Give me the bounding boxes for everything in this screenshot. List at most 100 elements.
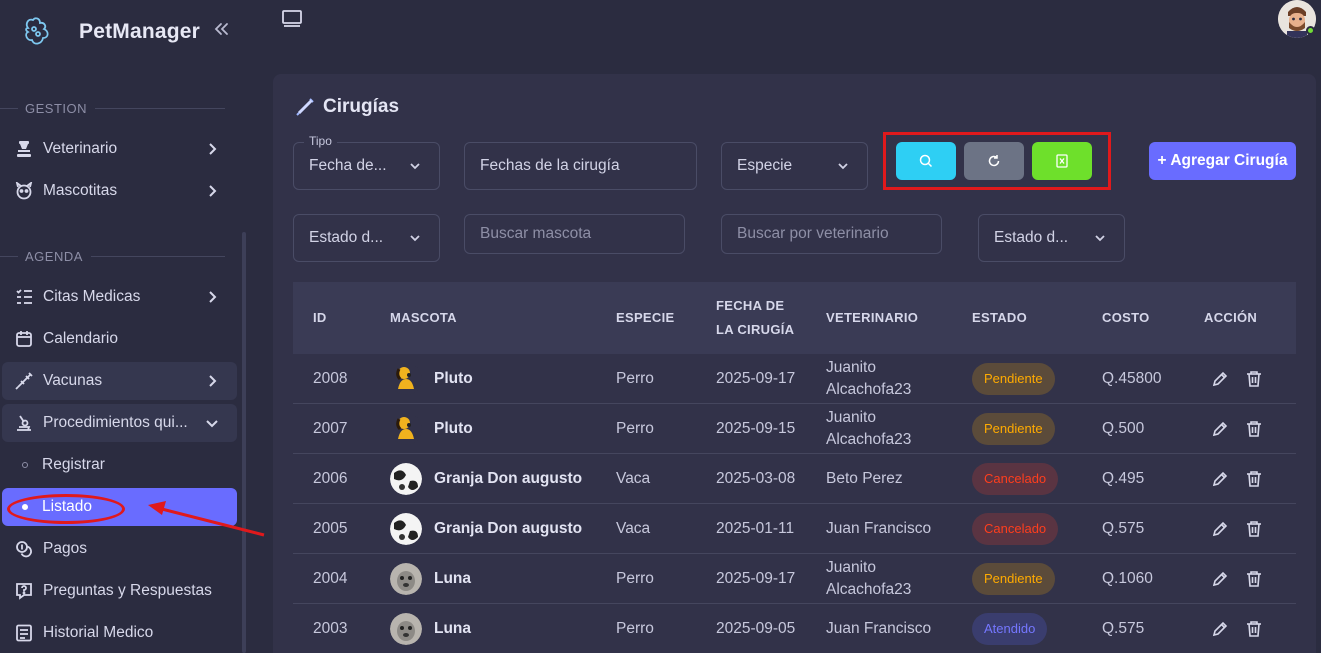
cell-fecha: 2025-01-11 (716, 520, 795, 537)
sidebar-subitem-registrar[interactable]: Registrar (2, 446, 237, 484)
cell-mascota: Granja Don augusto (390, 504, 582, 554)
th-fecha[interactable]: FECHA DE LA CIRUGÍA (716, 282, 796, 354)
sidebar-item-label: Calendario (43, 330, 118, 347)
th-especie[interactable]: ESPECIE (616, 282, 674, 354)
refresh-button[interactable] (964, 142, 1024, 180)
syringe-icon (14, 371, 34, 391)
sidebar-item-mascotitas[interactable]: Mascotitas (2, 172, 237, 210)
chevron-right-icon (209, 291, 217, 303)
sidebar-item-procedimientos[interactable]: Procedimientos qui... (2, 404, 237, 442)
edit-icon[interactable] (1211, 570, 1229, 588)
chevron-down-icon (410, 235, 420, 242)
main-card: Cirugías Tipo Fecha de... Fechas de la c… (273, 74, 1316, 653)
monitor-icon[interactable] (282, 8, 302, 28)
trash-icon[interactable] (1245, 470, 1263, 488)
pet-name: Pluto (434, 370, 473, 387)
cell-fecha: 2025-09-17 (716, 570, 796, 587)
excel-icon (1056, 154, 1068, 168)
status-badge: Atendido (972, 613, 1048, 645)
vet-icon (14, 139, 34, 159)
cell-costo: Q.45800 (1102, 370, 1162, 387)
trash-icon[interactable] (1245, 620, 1263, 638)
sidebar-item-label: Pagos (43, 540, 87, 557)
fechas-input[interactable]: Fechas de la cirugía (464, 142, 697, 190)
buscar-mascota-input[interactable]: Buscar mascota (464, 214, 685, 254)
sidebar-item-veterinario[interactable]: Veterinario (2, 130, 237, 168)
table-row: 2007 Pluto Perro 2025-09-15 Juanito Alcachof… (293, 404, 1296, 454)
search-icon (919, 154, 933, 168)
table-row: 2006 Granja Don augusto Vaca 2025-03-08 Beto… (293, 454, 1296, 504)
trash-icon[interactable] (1245, 520, 1263, 538)
trash-icon[interactable] (1245, 570, 1263, 588)
cell-costo: Q.1060 (1102, 570, 1153, 587)
section-agenda: AGENDA (0, 248, 225, 264)
chevron-down-icon (206, 420, 218, 428)
sidebar-item-label: Procedimientos qui... (43, 414, 188, 431)
trash-icon[interactable] (1245, 420, 1263, 438)
add-cirugia-button[interactable]: + Agregar Cirugía (1149, 142, 1296, 180)
th-costo[interactable]: COSTO (1102, 282, 1150, 354)
section-gestion: GESTION (0, 100, 225, 116)
chevron-right-icon (209, 143, 217, 155)
cell-veterinario: Juanito Alcachofa23 (826, 559, 912, 598)
sidebar-item-citas-medicas[interactable]: Citas Medicas (2, 278, 237, 316)
cell-costo: Q.575 (1102, 620, 1145, 637)
sidebar-item-vacunas[interactable]: Vacunas (2, 362, 237, 400)
cell-fecha: 2025-09-15 (716, 420, 796, 437)
cell-mascota: Pluto (390, 354, 473, 404)
status-badge: Cancelado (972, 463, 1059, 495)
sidebar-item-calendario[interactable]: Calendario (2, 320, 237, 358)
status-badge: Pendiente (972, 363, 1055, 395)
export-excel-button[interactable] (1032, 142, 1092, 180)
sidebar: PetManager GESTION Veterinario Mascotita… (0, 0, 260, 653)
cell-accion (1211, 454, 1263, 504)
edit-icon[interactable] (1211, 370, 1229, 388)
chevron-down-icon (410, 163, 420, 170)
cirugias-table: ID MASCOTA ESPECIE FECHA DE LA CIRUGÍA V… (293, 282, 1296, 653)
cell-veterinario: Juan Francisco (826, 520, 932, 537)
cell-accion (1211, 404, 1263, 454)
especie-select[interactable]: Especie (721, 142, 868, 190)
table-row: 2004 Luna Perro 2025-09-17 Juanito Alcachofa… (293, 554, 1296, 604)
pet-face-icon (14, 181, 34, 201)
edit-icon[interactable] (1211, 470, 1229, 488)
table-row: 2003 Luna Perro 2025-09-05 Juan Francisco Ate… (293, 604, 1296, 653)
cell-especie: Perro (616, 370, 654, 387)
edit-icon[interactable] (1211, 520, 1229, 538)
brand-name: PetManager (79, 20, 201, 43)
cell-estado: Pendiente (972, 354, 1055, 404)
pet-name: Granja Don augusto (434, 520, 583, 537)
estado-select-2[interactable]: Estado d... (978, 214, 1125, 262)
th-mascota[interactable]: MASCOTA (390, 282, 457, 354)
th-veterinario[interactable]: VETERINARIO (826, 282, 918, 354)
trash-icon[interactable] (1245, 370, 1263, 388)
cell-accion (1211, 604, 1263, 653)
cell-id: 2006 (313, 470, 348, 487)
cell-costo: Q.575 (1102, 520, 1145, 537)
cell-id: 2007 (313, 420, 348, 437)
buscar-veterinario-input[interactable]: Buscar por veterinario (721, 214, 942, 254)
brand[interactable]: PetManager (22, 12, 200, 52)
status-badge: Pendiente (972, 563, 1055, 595)
search-button[interactable] (896, 142, 956, 180)
cell-estado: Pendiente (972, 404, 1055, 454)
collapse-chevrons-icon[interactable] (212, 20, 230, 38)
estado-select-1[interactable]: Estado d... (293, 214, 440, 262)
sidebar-scrollbar[interactable] (242, 232, 246, 653)
sidebar-item-historial[interactable]: Historial Medico (2, 614, 237, 652)
th-id[interactable]: ID (313, 282, 327, 354)
table-body: 2008 Pluto Perro 2025-09-17 Juanito Alcachof… (293, 354, 1296, 653)
cell-estado: Cancelado (972, 454, 1059, 504)
cell-mascota: Luna (390, 554, 471, 604)
cell-costo: Q.495 (1102, 470, 1145, 487)
tipo-select[interactable]: Tipo Fecha de... (293, 134, 440, 190)
edit-icon[interactable] (1211, 420, 1229, 438)
edit-icon[interactable] (1211, 620, 1229, 638)
sidebar-item-preguntas[interactable]: Preguntas y Respuestas (2, 572, 237, 610)
th-estado[interactable]: ESTADO (972, 282, 1027, 354)
cell-especie: Perro (616, 570, 654, 587)
pet-avatar (390, 613, 422, 645)
pet-name: Luna (434, 620, 472, 637)
sidebar-item-label: Veterinario (43, 140, 118, 157)
cell-mascota: Luna (390, 604, 471, 653)
